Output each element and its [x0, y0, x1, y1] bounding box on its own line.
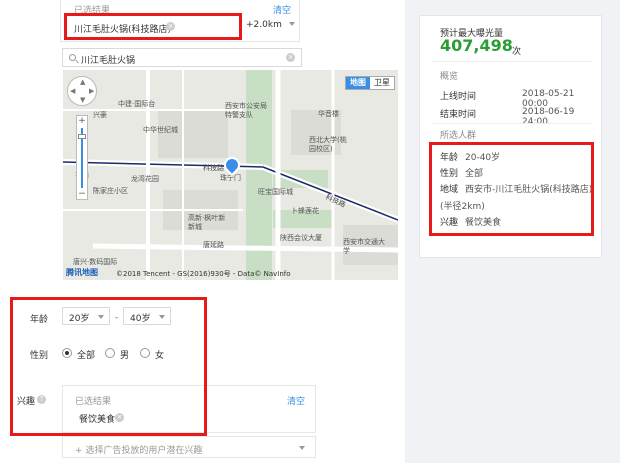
- chevron-down-icon: [299, 446, 305, 450]
- chevron-down-icon[interactable]: [289, 22, 295, 26]
- map-label: 旺宝国际城: [258, 188, 293, 196]
- clear-selection-link[interactable]: 清空: [273, 3, 291, 16]
- pan-down-icon[interactable]: ▼: [80, 96, 85, 104]
- map-label: 高新·枫叶新新城: [188, 214, 226, 231]
- interest-select[interactable]: + 选择广告投放的用户潜在兴趣: [62, 436, 316, 458]
- audience-title: 所选人群: [440, 131, 477, 141]
- map-label: 唐延路: [203, 241, 224, 249]
- map-label: 陈家庄小区: [93, 187, 128, 195]
- search-icon: [69, 54, 76, 61]
- map-pan-control[interactable]: ▲ ▼ ◀ ▶: [67, 76, 97, 106]
- map-label: 卜蜂莲花: [291, 207, 319, 215]
- highlight-box-store: [64, 13, 242, 40]
- map-provider-logo: 腾讯地图: [66, 268, 98, 277]
- highlight-box-audience-summary: [429, 142, 594, 236]
- radius-select[interactable]: +2.0km: [246, 20, 282, 30]
- reach-unit: 次: [512, 47, 522, 57]
- reach-value: 407,498: [440, 36, 513, 55]
- pan-left-icon[interactable]: ◀: [70, 87, 75, 95]
- divider: [432, 123, 592, 124]
- interest-select-placeholder: + 选择广告投放的用户潜在兴趣: [75, 446, 203, 456]
- map-mode-button[interactable]: 地图: [346, 77, 370, 89]
- map-zoom-control: + −: [76, 115, 88, 200]
- search-value: 川江毛肚火锅: [81, 56, 136, 66]
- overview-title: 概览: [440, 72, 459, 82]
- satellite-mode-button[interactable]: 卫星: [370, 77, 394, 89]
- clear-search-icon[interactable]: ×: [286, 53, 295, 62]
- highlight-box-audience-filters: [10, 297, 207, 436]
- map-label: 华音楼: [318, 110, 339, 118]
- map-view[interactable]: 中建·国际台 兴豪 中华世纪城 西安市公安局特警支队 华音楼 西北大学(桃园校区…: [63, 70, 398, 280]
- end-time-label: 结束时间: [440, 110, 477, 120]
- zoom-out-icon[interactable]: −: [77, 189, 87, 199]
- map-label: 西安市公安局特警支队: [225, 102, 267, 119]
- start-time-value: 2018-05-21 00:00: [522, 89, 575, 109]
- end-time-value: 2018-06-19 24:00: [522, 107, 575, 127]
- clear-interest-link[interactable]: 清空: [287, 394, 305, 407]
- map-label: 龙湾花园: [131, 175, 159, 183]
- map-label: 陕西会议大厦: [280, 234, 322, 242]
- start-time-label: 上线时间: [440, 92, 477, 102]
- zoom-in-icon[interactable]: +: [77, 116, 87, 126]
- store-search-input[interactable]: 川江毛肚火锅 ×: [62, 48, 302, 67]
- map-label: 科技路: [203, 164, 224, 172]
- map-copyright: ©2018 Tencent - GS(2016)930号 - Data© Nav…: [116, 270, 291, 278]
- pan-up-icon[interactable]: ▲: [80, 78, 85, 86]
- zoom-slider-handle[interactable]: [78, 134, 86, 139]
- pan-right-icon[interactable]: ▶: [89, 87, 94, 95]
- divider: [432, 61, 592, 62]
- map-label: 西北大学(桃园校区): [309, 136, 347, 153]
- map-type-switch: 地图 卫星: [345, 76, 395, 90]
- map-label: 中建·国际台: [118, 100, 156, 108]
- map-label: 兴豪: [93, 111, 107, 119]
- map-label: 中华世纪城: [143, 126, 178, 134]
- map-label: 西安市交通大学: [343, 238, 385, 255]
- map-label: 唐兴·数码国际: [73, 258, 118, 266]
